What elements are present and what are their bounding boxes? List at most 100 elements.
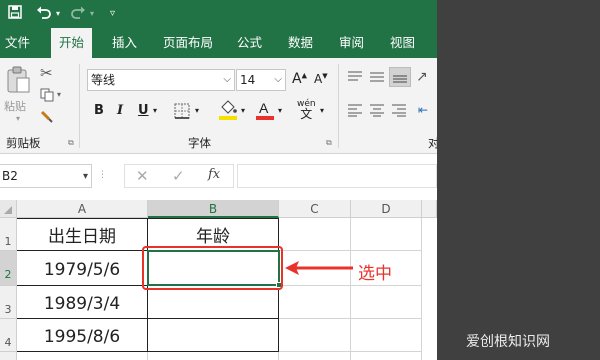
cell-a2[interactable]: 1979/5/6 xyxy=(17,251,148,286)
phonetic-dropdown-icon[interactable]: ▾ xyxy=(320,106,324,115)
cell-a3[interactable]: 1989/3/4 xyxy=(17,286,148,319)
tab-insert[interactable]: 插入 xyxy=(112,28,137,58)
font-name-value: 等线 xyxy=(91,73,116,87)
cell-d4[interactable] xyxy=(351,319,422,352)
cell-a4[interactable]: 1995/8/6 xyxy=(17,319,148,352)
tab-review[interactable]: 审阅 xyxy=(339,28,364,58)
font-launcher-icon[interactable]: ⧉ xyxy=(326,138,332,148)
font-size-select[interactable]: 14 ⌵ xyxy=(236,69,286,91)
alignment-group-label: 对 xyxy=(428,136,437,150)
row-header-4[interactable]: 4 xyxy=(0,319,17,352)
confirm-icon[interactable]: ✓ xyxy=(172,167,185,185)
save-icon[interactable] xyxy=(8,5,22,25)
undo-dropdown-icon[interactable]: ▾ xyxy=(56,5,60,23)
cell-c3[interactable] xyxy=(279,286,351,319)
align-center-icon[interactable] xyxy=(369,103,385,120)
annotation-arrow-icon xyxy=(285,261,353,275)
name-box-value: B2 xyxy=(2,169,18,183)
fill-color-icon[interactable] xyxy=(218,99,238,124)
align-right-icon[interactable] xyxy=(391,103,407,120)
copy-icon[interactable] xyxy=(40,88,54,105)
row-header-1[interactable]: 1 xyxy=(0,218,17,251)
border-dropdown-icon[interactable]: ▾ xyxy=(195,106,199,115)
align-left-icon[interactable] xyxy=(347,103,363,120)
drag-handle-icon[interactable]: ⋮ xyxy=(98,170,107,180)
phonetic-char: 文 xyxy=(300,107,313,121)
ribbon-tabs: 文件 开始 插入 页面布局 公式 数据 审阅 视图 xyxy=(0,28,437,58)
ribbon: 粘贴 ▾ ✂ ▾ 剪贴板 ⧉ 等线 ⌵ 14 ⌵ A▲ A▼ B I U ▾ ▾… xyxy=(0,58,437,154)
bold-button[interactable]: B xyxy=(94,103,104,118)
row-header-3[interactable]: 3 xyxy=(0,286,17,319)
select-all-corner[interactable] xyxy=(0,200,17,218)
tab-data[interactable]: 数据 xyxy=(288,28,313,58)
orientation-icon[interactable]: ↗ xyxy=(416,69,428,85)
formula-bar: B2 ▾ ⋮ ✕ ✓ fx xyxy=(0,154,437,200)
quick-access-toolbar: ▾ ▾ ▿ xyxy=(0,0,437,28)
cell-c5[interactable] xyxy=(279,352,351,360)
indent-icon[interactable]: ⇤ xyxy=(418,103,428,117)
increase-font-icon[interactable]: A▲ xyxy=(292,71,307,87)
chevron-down-icon: ▾ xyxy=(82,171,88,182)
font-name-select[interactable]: 等线 ⌵ xyxy=(87,69,235,91)
cell-c1[interactable] xyxy=(279,218,351,251)
cell-b5[interactable] xyxy=(148,352,279,360)
cell-d3[interactable] xyxy=(351,286,422,319)
column-header-e[interactable] xyxy=(422,200,437,218)
underline-button[interactable]: U xyxy=(138,103,149,118)
cancel-icon[interactable]: ✕ xyxy=(136,167,149,185)
font-color-dropdown-icon[interactable]: ▾ xyxy=(278,106,282,115)
cell-d5[interactable] xyxy=(351,352,422,360)
chevron-down-icon: ⌵ xyxy=(274,74,282,85)
insert-function-icon[interactable]: fx xyxy=(208,167,220,182)
phonetic-guide-icon[interactable]: wén 文 xyxy=(297,99,316,121)
align-top-icon[interactable] xyxy=(347,70,363,87)
cell-b4[interactable] xyxy=(148,319,279,352)
copy-dropdown-icon[interactable]: ▾ xyxy=(57,90,61,99)
italic-button[interactable]: I xyxy=(117,103,123,118)
decrease-font-icon[interactable]: A▼ xyxy=(314,72,328,86)
font-group-label: 字体 xyxy=(188,136,211,150)
cut-icon[interactable]: ✂ xyxy=(40,64,53,82)
fill-color-dropdown-icon[interactable]: ▾ xyxy=(241,106,245,115)
background-panel xyxy=(437,0,600,360)
tab-view[interactable]: 视图 xyxy=(390,28,415,58)
annotation-label: 选中 xyxy=(358,264,392,284)
paste-dropdown-icon[interactable]: ▾ xyxy=(16,114,20,123)
tab-home[interactable]: 开始 xyxy=(51,28,93,58)
customize-qat-icon[interactable]: ▿ xyxy=(110,5,115,23)
cell-a5[interactable] xyxy=(17,352,148,360)
format-painter-icon[interactable] xyxy=(40,110,54,127)
column-header-a[interactable]: A xyxy=(17,200,148,218)
clipboard-group-label: 剪贴板 xyxy=(6,136,41,150)
align-middle-icon[interactable] xyxy=(369,70,385,87)
annotation-highlight-box xyxy=(142,246,283,290)
excel-window: ▾ ▾ ▿ 文件 开始 插入 页面布局 公式 数据 审阅 视图 粘贴 ▾ ✂ ▾… xyxy=(0,0,437,360)
cell-a1[interactable]: 出生日期 xyxy=(17,218,148,251)
tab-file[interactable]: 文件 xyxy=(5,28,30,58)
undo-icon[interactable] xyxy=(36,5,52,25)
column-header-b[interactable]: B xyxy=(148,200,279,218)
name-box[interactable]: B2 ▾ xyxy=(0,164,92,188)
svg-text:A: A xyxy=(259,100,269,116)
tab-page-layout[interactable]: 页面布局 xyxy=(163,28,213,58)
clipboard-launcher-icon[interactable]: ⧉ xyxy=(68,138,74,148)
font-color-icon[interactable]: A xyxy=(255,99,275,124)
formula-input[interactable] xyxy=(237,164,437,188)
underline-dropdown-icon[interactable]: ▾ xyxy=(153,106,157,115)
chevron-down-icon: ⌵ xyxy=(223,74,231,85)
tab-formulas[interactable]: 公式 xyxy=(237,28,262,58)
redo-icon[interactable] xyxy=(70,5,86,25)
paste-label[interactable]: 粘贴 xyxy=(4,98,26,114)
cell-c4[interactable] xyxy=(279,319,351,352)
screenshot: ▾ ▾ ▿ 文件 开始 插入 页面布局 公式 数据 审阅 视图 粘贴 ▾ ✂ ▾… xyxy=(0,0,600,360)
border-icon[interactable] xyxy=(174,103,190,122)
cell-b3[interactable] xyxy=(148,286,279,319)
redo-dropdown-icon[interactable]: ▾ xyxy=(90,5,94,23)
column-header-d[interactable]: D xyxy=(351,200,422,218)
row-header-2[interactable]: 2 xyxy=(0,251,17,286)
row-header-5[interactable] xyxy=(0,352,17,360)
paste-icon[interactable] xyxy=(6,66,30,97)
column-header-c[interactable]: C xyxy=(279,200,351,218)
align-bottom-icon[interactable] xyxy=(389,67,411,87)
cell-d1[interactable] xyxy=(351,218,422,251)
